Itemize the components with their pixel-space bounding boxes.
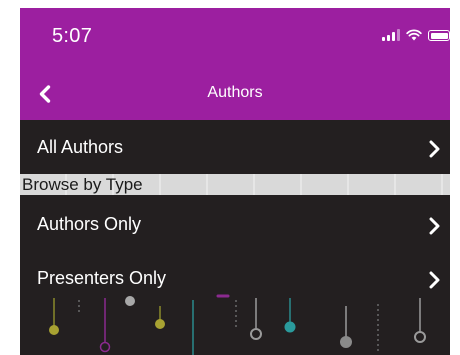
section-header: Browse by Type: [20, 174, 450, 195]
status-bar: 5:07: [20, 8, 450, 68]
chevron-right-icon: [429, 217, 440, 235]
status-time: 5:07: [52, 25, 93, 47]
authors-only-row[interactable]: Authors Only: [20, 201, 450, 251]
browse-by-type-label: Browse by Type: [22, 175, 143, 194]
status-icons: [382, 29, 450, 41]
battery-icon: [428, 30, 450, 41]
all-authors-label: All Authors: [37, 137, 124, 157]
authors-list: All Authors Browse by Type Authors Only …: [20, 120, 450, 355]
signal-icon: [382, 29, 400, 41]
all-authors-row[interactable]: All Authors: [20, 124, 450, 174]
chevron-right-icon: [429, 271, 440, 289]
wifi-icon: [406, 29, 422, 41]
phone-screen: 5:07 Authors All Authors Browse by Type …: [20, 8, 450, 355]
chevron-right-icon: [429, 140, 440, 158]
navigation-bar: Authors: [20, 68, 450, 120]
authors-only-label: Authors Only: [37, 214, 142, 234]
decorative-pattern: [49, 294, 426, 355]
page-title: Authors: [207, 84, 263, 101]
presenters-only-label: Presenters Only: [37, 268, 167, 288]
